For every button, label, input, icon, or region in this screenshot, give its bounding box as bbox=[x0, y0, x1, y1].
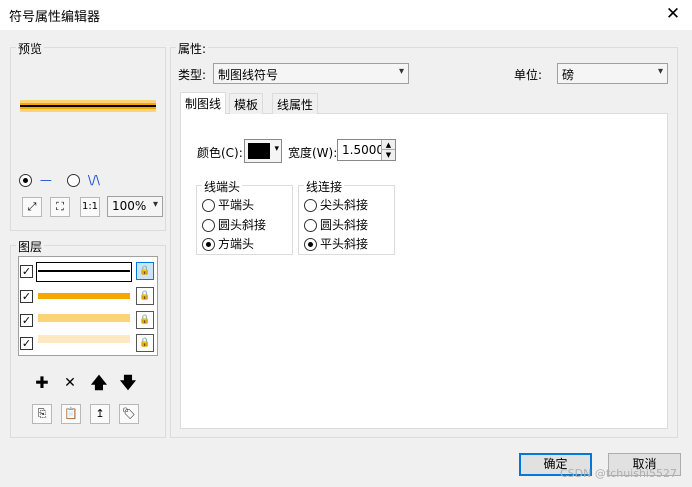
cap-option-butt[interactable]: 平端头 bbox=[202, 196, 254, 213]
paste-icon[interactable]: 📋 bbox=[61, 404, 81, 424]
preview-mode-line[interactable]: — bbox=[19, 173, 52, 187]
tab-label: 线属性 bbox=[277, 98, 314, 112]
cap-radio[interactable] bbox=[202, 199, 215, 212]
line-radio[interactable] bbox=[19, 174, 32, 187]
color-swatch bbox=[248, 143, 270, 159]
layer-swatch bbox=[38, 293, 130, 299]
type-label: 类型: bbox=[178, 68, 207, 82]
props-label: 属性: bbox=[176, 40, 209, 57]
preview-canvas bbox=[20, 100, 156, 114]
lock-icon[interactable]: 🔒 bbox=[136, 262, 154, 280]
cap-option-round[interactable]: 圆头斜接 bbox=[202, 216, 266, 233]
join-option-label: 尖头斜接 bbox=[320, 198, 369, 212]
type-value: 制图线符号 bbox=[218, 68, 279, 82]
join-option-miter[interactable]: 尖头斜接 bbox=[304, 196, 368, 213]
join-option-label: 平头斜接 bbox=[320, 237, 369, 251]
zoom-value: 100% bbox=[112, 199, 147, 213]
width-stepper[interactable]: 1.5000 ▲ ▼ bbox=[337, 139, 396, 161]
join-group-label: 线连接 bbox=[304, 178, 345, 195]
join-radio[interactable] bbox=[304, 199, 317, 212]
cap-radio[interactable] bbox=[202, 219, 215, 232]
color-label: 颜色(C): bbox=[197, 146, 243, 160]
delete-layer-icon[interactable]: ✕ bbox=[60, 373, 80, 393]
layer-swatch bbox=[38, 314, 130, 322]
tab-template[interactable]: 模板 bbox=[229, 93, 264, 114]
window-title: 符号属性编辑器 bbox=[9, 10, 101, 25]
one-to-one-icon[interactable]: 1:1 bbox=[80, 197, 100, 217]
cap-group-label: 线端头 bbox=[202, 178, 243, 195]
layer-visible-checkbox[interactable]: ✓ bbox=[20, 265, 33, 278]
move-up-icon[interactable]: 🡅 bbox=[89, 373, 109, 393]
layer-visible-checkbox[interactable]: ✓ bbox=[20, 290, 33, 303]
step-down-icon[interactable]: ▼ bbox=[381, 150, 395, 160]
zigzag-radio[interactable] bbox=[67, 174, 80, 187]
layer-swatch bbox=[38, 270, 130, 272]
step-up-icon[interactable]: ▲ bbox=[381, 140, 395, 150]
layer-row[interactable]: ✓ 🔒 bbox=[20, 310, 156, 330]
unit-label: 单位: bbox=[514, 68, 543, 82]
layer-row[interactable]: ✓ 🔒 bbox=[20, 261, 156, 282]
layer-selected-frame bbox=[36, 262, 132, 282]
watermark: CSDN @tchuishi5527 bbox=[560, 467, 677, 480]
preview-mode-zigzag[interactable]: \/\ bbox=[67, 173, 100, 187]
line-radio-label: — bbox=[39, 173, 52, 187]
width-label: 宽度(W): bbox=[288, 146, 338, 160]
add-layer-icon[interactable]: ✚ bbox=[32, 373, 52, 393]
cap-radio[interactable] bbox=[202, 238, 215, 251]
cap-option-label: 方端头 bbox=[218, 237, 255, 251]
chevron-down-icon: ▾ bbox=[657, 66, 663, 77]
layer-swatch bbox=[38, 335, 130, 343]
tab-label: 模板 bbox=[234, 98, 259, 112]
tab-label: 制图线 bbox=[185, 97, 222, 111]
join-radio[interactable] bbox=[304, 219, 317, 232]
move-down-icon[interactable]: 🡇 bbox=[118, 373, 138, 393]
join-option-bevel[interactable]: 平头斜接 bbox=[304, 235, 368, 252]
layer-visible-checkbox[interactable]: ✓ bbox=[20, 337, 33, 350]
close-icon[interactable]: ✕ bbox=[662, 3, 684, 25]
cap-option-label: 圆头斜接 bbox=[218, 218, 267, 232]
reset-icon[interactable]: ↥ bbox=[90, 404, 110, 424]
lock-icon[interactable]: 🔒 bbox=[136, 287, 154, 305]
tab-line-properties[interactable]: 线属性 bbox=[272, 93, 319, 114]
join-option-round[interactable]: 圆头斜接 bbox=[304, 216, 368, 233]
preview-label: 预览 bbox=[16, 40, 45, 57]
cap-option-square[interactable]: 方端头 bbox=[202, 235, 254, 252]
preview-line-core bbox=[20, 105, 156, 107]
cap-option-label: 平端头 bbox=[218, 198, 255, 212]
copy-icon[interactable]: ⎘ bbox=[32, 404, 52, 424]
tab-cartographic-line[interactable]: 制图线 bbox=[180, 92, 227, 114]
title-bar: 符号属性编辑器 ✕ bbox=[0, 0, 692, 30]
layer-row[interactable]: ✓ 🔒 bbox=[20, 286, 156, 306]
layer-row[interactable]: ✓ 🔒 bbox=[20, 333, 156, 353]
chevron-down-icon: ▾ bbox=[152, 199, 158, 210]
width-value: 1.5000 bbox=[342, 143, 384, 157]
zigzag-radio-label: \/\ bbox=[87, 173, 100, 187]
join-radio[interactable] bbox=[304, 238, 317, 251]
unit-select[interactable]: 磅 ▾ bbox=[557, 63, 668, 84]
lock-icon[interactable]: 🔒 bbox=[136, 334, 154, 352]
zoom-select[interactable]: 100% ▾ bbox=[107, 196, 163, 217]
chevron-down-icon: ▾ bbox=[398, 66, 404, 77]
tag-icon[interactable]: 🏷 bbox=[119, 404, 139, 424]
lock-icon[interactable]: 🔒 bbox=[136, 311, 154, 329]
layers-label: 图层 bbox=[16, 238, 45, 255]
layer-visible-checkbox[interactable]: ✓ bbox=[20, 314, 33, 327]
color-picker[interactable]: ▾ bbox=[244, 139, 282, 163]
chevron-down-icon: ▾ bbox=[274, 144, 279, 154]
expand-icon[interactable]: ⤢ bbox=[22, 197, 42, 217]
fit-icon[interactable]: ⛶ bbox=[50, 197, 70, 217]
unit-value: 磅 bbox=[562, 68, 575, 82]
type-select[interactable]: 制图线符号 ▾ bbox=[213, 63, 409, 84]
join-option-label: 圆头斜接 bbox=[320, 218, 369, 232]
